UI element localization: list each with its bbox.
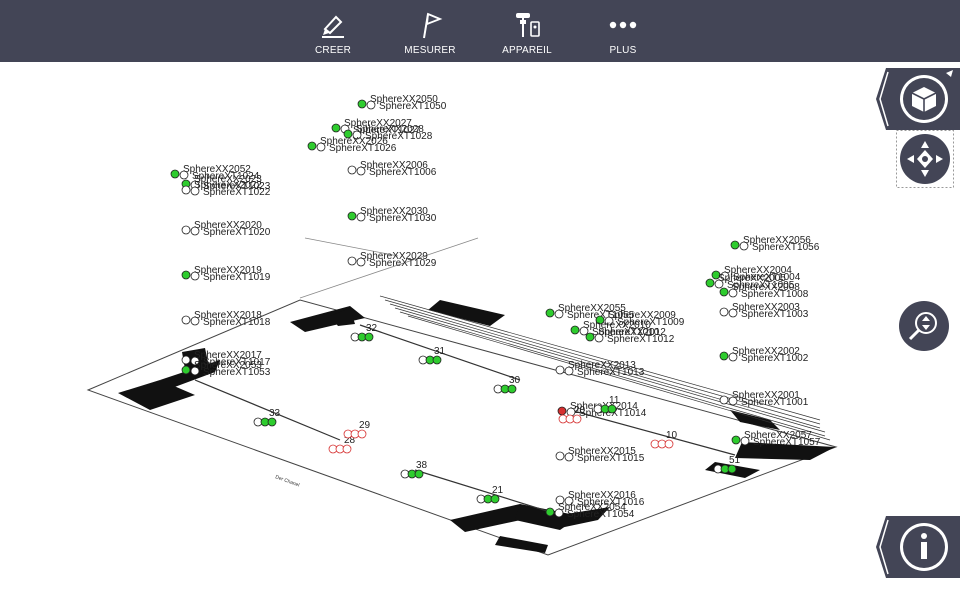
plus-button[interactable]: PLUS (583, 0, 663, 62)
sphere-sub-label: SphereXT1002 (741, 353, 809, 364)
3d-viewport[interactable]: Der Chanel SphereXX2050SphereXT1050Spher… (0, 62, 960, 600)
sphere-sub-label: SphereXT1012 (607, 334, 675, 345)
station-number: 29 (359, 420, 371, 431)
walls (118, 300, 835, 553)
appareil-label: APPAREIL (502, 45, 552, 56)
sphere-target[interactable]: SphereXX2008SphereXT1008 (719, 282, 809, 300)
sphere-sub-label: SphereXT1020 (203, 227, 271, 238)
sphere-target[interactable]: SphereXX2001SphereXT1001 (719, 390, 809, 408)
sphere-sub-label: SphereXT1008 (741, 289, 809, 300)
station-number: 20 (574, 405, 586, 416)
mesurer-button[interactable]: MESURER (390, 0, 470, 62)
info-button[interactable] (874, 516, 960, 578)
sphere-target[interactable]: SphereXX2030SphereXT1030 (347, 206, 437, 224)
view-cube-button[interactable] (874, 68, 960, 130)
station-marker[interactable]: 31 (418, 346, 446, 365)
sphere-sub-label: SphereXT1050 (379, 101, 447, 112)
mesurer-label: MESURER (404, 45, 456, 56)
plus-label: PLUS (609, 45, 637, 56)
station-marker[interactable]: 33 (253, 408, 281, 427)
station-number: 21 (492, 485, 504, 496)
sphere-sub-label: SphereXT1001 (741, 397, 809, 408)
sphere-target[interactable]: SphereXX2018SphereXT1018 (181, 310, 271, 328)
points-layer: SphereXX2050SphereXT1050SphereXX2027Sphe… (170, 94, 821, 520)
plan-note: Der Chanel (274, 474, 300, 488)
sphere-target[interactable]: SphereXX2006SphereXT1006 (347, 160, 437, 178)
appareil-button[interactable]: APPAREIL (487, 0, 567, 62)
sphere-target[interactable]: SphereXX2050SphereXT1050 (357, 94, 447, 112)
sphere-target[interactable]: SphereXX2053SphereXT1053 (181, 360, 271, 378)
sphere-sub-label: SphereXT1015 (577, 453, 645, 464)
station-number: 51 (729, 455, 741, 466)
station-marker[interactable]: 30 (493, 375, 521, 394)
zoom-button[interactable] (898, 300, 950, 352)
sphere-target[interactable]: SphereXX2057SphereXT1057 (731, 430, 821, 448)
sphere-sub-label: SphereXT1029 (369, 258, 437, 269)
sphere-target[interactable]: SphereXX2003SphereXT1003 (719, 302, 809, 320)
creer-button[interactable]: CREER (293, 0, 373, 62)
sphere-sub-label: SphereXT1003 (741, 309, 809, 320)
station-marker[interactable]: 29 (343, 420, 371, 439)
flag-icon (414, 9, 446, 41)
sphere-target[interactable]: SphereXX2022SphereXT1022 (181, 180, 271, 198)
sphere-target[interactable]: SphereXX2012SphereXT1012 (585, 327, 675, 345)
sphere-sub-label: SphereXT1013 (577, 367, 645, 378)
station-number: 33 (269, 408, 281, 419)
creer-label: CREER (314, 45, 351, 56)
station-number: 32 (366, 323, 378, 334)
pencil-icon (317, 9, 349, 41)
sphere-sub-label: SphereXT1018 (203, 317, 271, 328)
sphere-target[interactable]: SphereXX2013SphereXT1013 (555, 360, 645, 378)
station-number: 30 (509, 375, 521, 386)
station-number: 38 (416, 460, 428, 471)
instrument-icon (511, 9, 543, 41)
info-icon (921, 533, 927, 559)
sphere-target[interactable]: SphereXX2056SphereXT1056 (730, 235, 820, 253)
station-number: 11 (609, 395, 620, 406)
sphere-target[interactable]: SphereXX2029SphereXT1029 (347, 251, 437, 269)
sphere-sub-label: SphereXT1022 (203, 187, 271, 198)
sphere-sub-label: SphereXT1053 (203, 367, 271, 378)
station-marker[interactable]: 32 (350, 323, 378, 342)
more-dots-icon (607, 9, 639, 41)
sphere-target[interactable]: SphereXX2020SphereXT1020 (181, 220, 271, 238)
sphere-target[interactable]: SphereXX2015SphereXT1015 (555, 446, 645, 464)
plan-outline (86, 299, 838, 556)
sphere-sub-label: SphereXT1006 (369, 167, 437, 178)
sphere-target[interactable]: SphereXX2054SphereXT1054 (545, 502, 635, 520)
sphere-sub-label: SphereXT1026 (329, 143, 397, 154)
station-marker[interactable]: 38 (400, 460, 428, 479)
sphere-target[interactable]: SphereXX2026SphereXT1026 (307, 136, 397, 154)
sphere-sub-label: SphereXT1057 (753, 437, 821, 448)
sphere-sub-label: SphereXT1056 (752, 242, 820, 253)
top-toolbar: CREER MESURER APPAREIL PLUS (0, 0, 960, 62)
sphere-target[interactable]: SphereXX2002SphereXT1002 (719, 346, 809, 364)
station-number: 31 (434, 346, 446, 357)
sphere-sub-label: SphereXT1054 (567, 509, 635, 520)
station-marker[interactable]: 21 (476, 485, 504, 504)
sphere-sub-label: SphereXT1019 (203, 272, 271, 283)
sphere-sub-label: SphereXT1030 (369, 213, 437, 224)
sphere-target[interactable]: SphereXX2019SphereXT1019 (181, 265, 271, 283)
station-number: 10 (666, 430, 678, 441)
navigate-button[interactable] (896, 130, 954, 188)
